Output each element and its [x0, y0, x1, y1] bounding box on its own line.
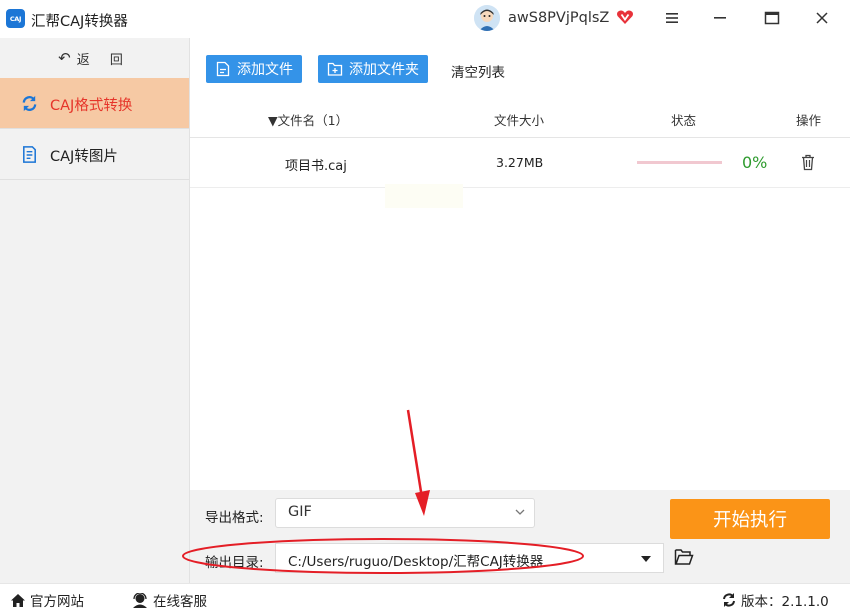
sidebar-item-label: CAJ格式转换 [50, 98, 133, 114]
start-button[interactable]: 开始执行 [670, 499, 830, 539]
back-arrow-icon: ↶ [58, 49, 71, 67]
progress-bar [637, 161, 722, 164]
version-info[interactable]: 版本：2.1.1.0 [721, 590, 829, 608]
annotation-arrow-shaft [406, 409, 424, 499]
title-bar: CAJ 汇帮CAJ转换器 awS8PVjPqlsZ [0, 0, 850, 38]
file-name: 项目书.caj [285, 159, 347, 174]
output-dir-value: C:/Users/ruguo/Desktop/汇帮CAJ转换器 [288, 554, 544, 570]
support-icon [133, 592, 147, 608]
column-header-actions: 操作 [796, 113, 822, 128]
maximize-button[interactable] [757, 4, 787, 32]
menu-button[interactable] [657, 4, 687, 32]
open-folder-icon[interactable] [674, 548, 694, 566]
online-support-label: 在线客服 [153, 594, 207, 608]
output-dir-select[interactable]: C:/Users/ruguo/Desktop/汇帮CAJ转换器 [275, 543, 664, 573]
row-divider [190, 187, 850, 188]
column-header-name[interactable]: ▼文件名（1） [268, 110, 348, 129]
column-header-size: 文件大小 [494, 113, 545, 128]
add-folder-icon [327, 62, 343, 76]
add-folder-label: 添加文件夹 [349, 62, 419, 78]
sidebar-item-label: CAJ转图片 [50, 149, 118, 165]
file-size: 3.27MB [496, 155, 544, 170]
close-icon [816, 12, 828, 24]
sort-down-icon: ▼ [268, 113, 278, 128]
add-file-button[interactable]: 添加文件 [206, 55, 302, 83]
minimize-button[interactable] [705, 4, 735, 32]
version-label: 版本：2.1.1.0 [741, 594, 829, 608]
trash-icon[interactable] [800, 154, 816, 171]
back-button[interactable]: ↶ 返 回 [0, 38, 189, 78]
status-bar: 官方网站 在线客服 版本：2.1.1.0 [0, 583, 850, 608]
sidebar-item-caj-format[interactable]: CAJ格式转换 [0, 78, 189, 129]
column-header-status: 状态 [671, 113, 697, 128]
document-icon [23, 146, 36, 163]
minimize-icon [714, 17, 726, 19]
chevron-down-icon [515, 509, 525, 515]
table-row[interactable]: 项目书.caj 3.27MB 0% [190, 138, 850, 188]
export-format-select[interactable]: GIF [275, 498, 535, 528]
app-logo-icon: CAJ [6, 9, 25, 28]
maximize-icon [764, 11, 780, 25]
online-support-link[interactable]: 在线客服 [131, 590, 207, 608]
official-site-label: 官方网站 [30, 594, 84, 608]
home-icon [11, 593, 25, 607]
add-file-icon [216, 61, 230, 77]
row-hover-highlight [385, 184, 463, 208]
refresh-icon [22, 95, 37, 112]
add-file-label: 添加文件 [237, 62, 293, 78]
export-format-value: GIF [288, 504, 312, 520]
close-button[interactable] [807, 4, 837, 32]
vip-heart-icon[interactable] [615, 7, 635, 27]
output-dir-label: 输出目录: [205, 555, 264, 571]
sidebar: ↶ 返 回 CAJ格式转换 CAJ转图片 [0, 38, 190, 583]
app-title: 汇帮CAJ转换器 [31, 14, 128, 30]
avatar-icon [474, 5, 500, 31]
column-header-name-label: 文件名（1） [277, 113, 349, 128]
progress-percent: 0% [742, 153, 768, 172]
add-folder-button[interactable]: 添加文件夹 [318, 55, 428, 83]
user-avatar[interactable] [474, 5, 500, 31]
username[interactable]: awS8PVjPqlsZ [508, 10, 609, 26]
back-label: 返 回 [76, 52, 131, 68]
update-icon [723, 593, 735, 607]
hamburger-icon [666, 13, 678, 23]
clear-list-button[interactable]: 清空列表 [451, 61, 505, 81]
sidebar-item-caj-image[interactable]: CAJ转图片 [0, 129, 189, 180]
official-site-link[interactable]: 官方网站 [10, 590, 84, 608]
export-format-label: 导出格式: [205, 510, 264, 526]
dropdown-triangle-icon [641, 556, 651, 562]
